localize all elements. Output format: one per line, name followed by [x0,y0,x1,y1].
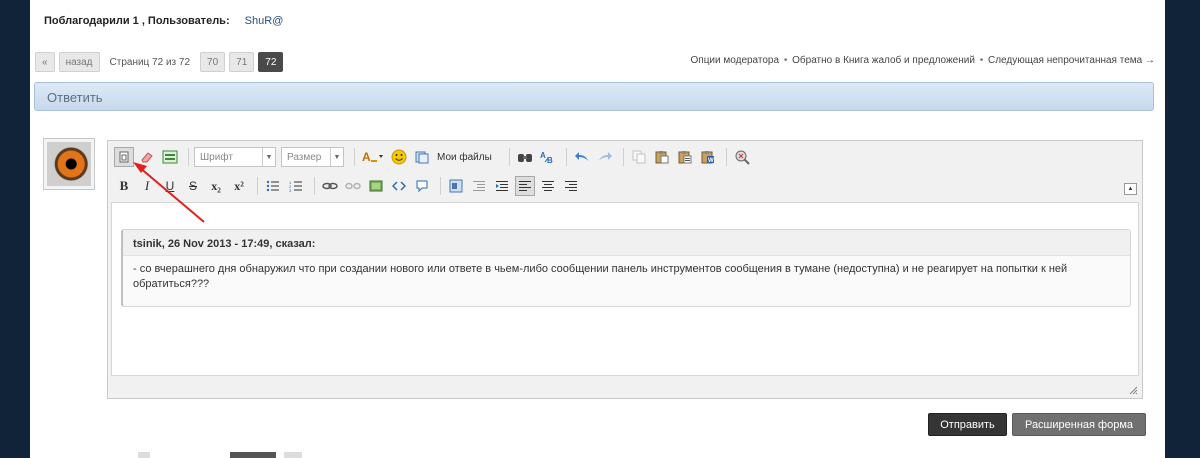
separator-dot: • [979,55,984,66]
redo-icon[interactable] [595,147,615,167]
toolbar-row-1: Шрифт ▼ Размер ▼ A Мои файлы A B W [114,146,755,168]
toolbar-separator [508,148,510,166]
svg-text:3: 3 [289,188,292,192]
quote-body: - со вчерашнего дня обнаружил что при со… [133,263,1068,290]
page: Поблагодарили 1 , Пользователь: ShuR@ « … [30,0,1165,458]
page-71-button[interactable]: 71 [229,52,255,72]
text-color-icon[interactable]: A [360,147,386,167]
separator-dot: • [783,55,788,66]
first-page-button[interactable]: « [35,52,55,72]
toolbar-separator [257,177,258,195]
moderator-links: Опции модератора • Обратно в Книга жалоб… [691,55,1155,66]
thanks-line: Поблагодарили 1 , Пользователь: ShuR@ [44,15,283,27]
italic-button[interactable]: I [137,176,157,196]
advanced-form-button[interactable]: Расширенная форма [1012,413,1146,436]
chevron-down-icon: ▼ [262,148,275,166]
quote-icon[interactable] [412,176,432,196]
toolbar-separator [440,177,441,195]
prev-page-button[interactable]: назад [58,52,100,72]
page-70-button[interactable]: 70 [200,52,226,72]
size-select-value: Размер [287,151,322,163]
media-icon[interactable] [446,176,466,196]
reply-title: Ответить [47,90,103,105]
svg-text:A: A [362,150,371,164]
outdent-icon[interactable] [469,176,489,196]
collapse-toolbar-icon[interactable]: ▲ [1124,183,1137,195]
eye-icon [47,142,91,186]
unlink-icon[interactable] [343,176,363,196]
find-icon[interactable] [515,147,535,167]
toolbar-separator [725,148,727,166]
svg-text:B: B [547,156,553,164]
paste-text-icon[interactable] [675,147,695,167]
back-to-forum-link[interactable]: Обратно в Книга жалоб и предложений [792,55,975,66]
my-files-label[interactable]: Мои файлы [437,152,492,163]
numbered-list-icon[interactable]: 123 [286,176,306,196]
toolbar-separator [354,148,355,166]
svg-text:A: A [540,151,546,160]
my-files-icon[interactable] [412,147,432,167]
copy-icon[interactable] [629,147,649,167]
toggle-toolbar-icon[interactable] [160,147,180,167]
arrow-right-icon: → [1145,55,1155,66]
underline-button[interactable]: U [160,176,180,196]
spellcheck-icon[interactable]: AB [538,147,558,167]
next-unread-link[interactable]: Следующая непрочитанная тема [988,55,1142,66]
eraser-icon[interactable] [137,147,157,167]
paste-word-icon[interactable]: W [698,147,718,167]
chevron-down-icon: ▼ [330,148,343,166]
subscript-button[interactable]: x₂ [206,176,226,196]
font-select-value: Шрифт [200,151,233,163]
indent-icon[interactable] [492,176,512,196]
resize-handle-icon[interactable] [1128,385,1138,395]
bottom-fragment [138,452,150,458]
toolbar-separator [565,148,567,166]
bottom-fragment [230,452,276,458]
size-select[interactable]: Размер ▼ [281,147,344,167]
toolbar-separator [622,148,624,166]
thanks-label: Поблагодарили 1 , Пользователь: [44,15,230,27]
bullet-list-icon[interactable] [263,176,283,196]
quote-header: tsinik, 26 Nov 2013 - 17:49, сказал: [123,230,1130,256]
bold-button[interactable]: B [114,176,134,196]
font-select[interactable]: Шрифт ▼ [194,147,276,167]
moderator-options-link[interactable]: Опции модератора [691,55,780,66]
strikethrough-button[interactable]: S [183,176,203,196]
image-icon[interactable] [366,176,386,196]
pagination: « назад Страниц 72 из 72 70 71 72 [35,51,287,73]
align-left-icon[interactable] [515,176,535,196]
quote-block: tsinik, 26 Nov 2013 - 17:49, сказал: - с… [121,229,1131,307]
source-mode-icon[interactable] [114,147,134,167]
rich-text-editor: Шрифт ▼ Размер ▼ A Мои файлы A B W B I U… [107,140,1143,399]
bottom-fragment [284,452,302,458]
align-center-icon[interactable] [538,176,558,196]
avatar [43,138,95,190]
paste-icon[interactable] [652,147,672,167]
send-button[interactable]: Отправить [928,413,1007,436]
smiley-icon[interactable] [389,147,409,167]
undo-icon[interactable] [572,147,592,167]
toolbar-row-2: B I U S x₂ x² 123 [114,175,584,197]
current-page-button[interactable]: 72 [258,52,284,72]
superscript-button[interactable]: x² [229,176,249,196]
align-right-icon[interactable] [561,176,581,196]
code-icon[interactable] [389,176,409,196]
toolbar-separator [188,148,189,166]
toolbar-separator [314,177,315,195]
reply-header: Ответить [34,82,1154,111]
thanked-user-link[interactable]: ShuR@ [245,15,284,27]
svg-text:W: W [708,158,714,164]
link-icon[interactable] [320,176,340,196]
pages-count: Страниц 72 из 72 [109,56,191,68]
message-textarea[interactable]: tsinik, 26 Nov 2013 - 17:49, сказал: - с… [111,202,1139,376]
preview-icon[interactable] [732,147,752,167]
